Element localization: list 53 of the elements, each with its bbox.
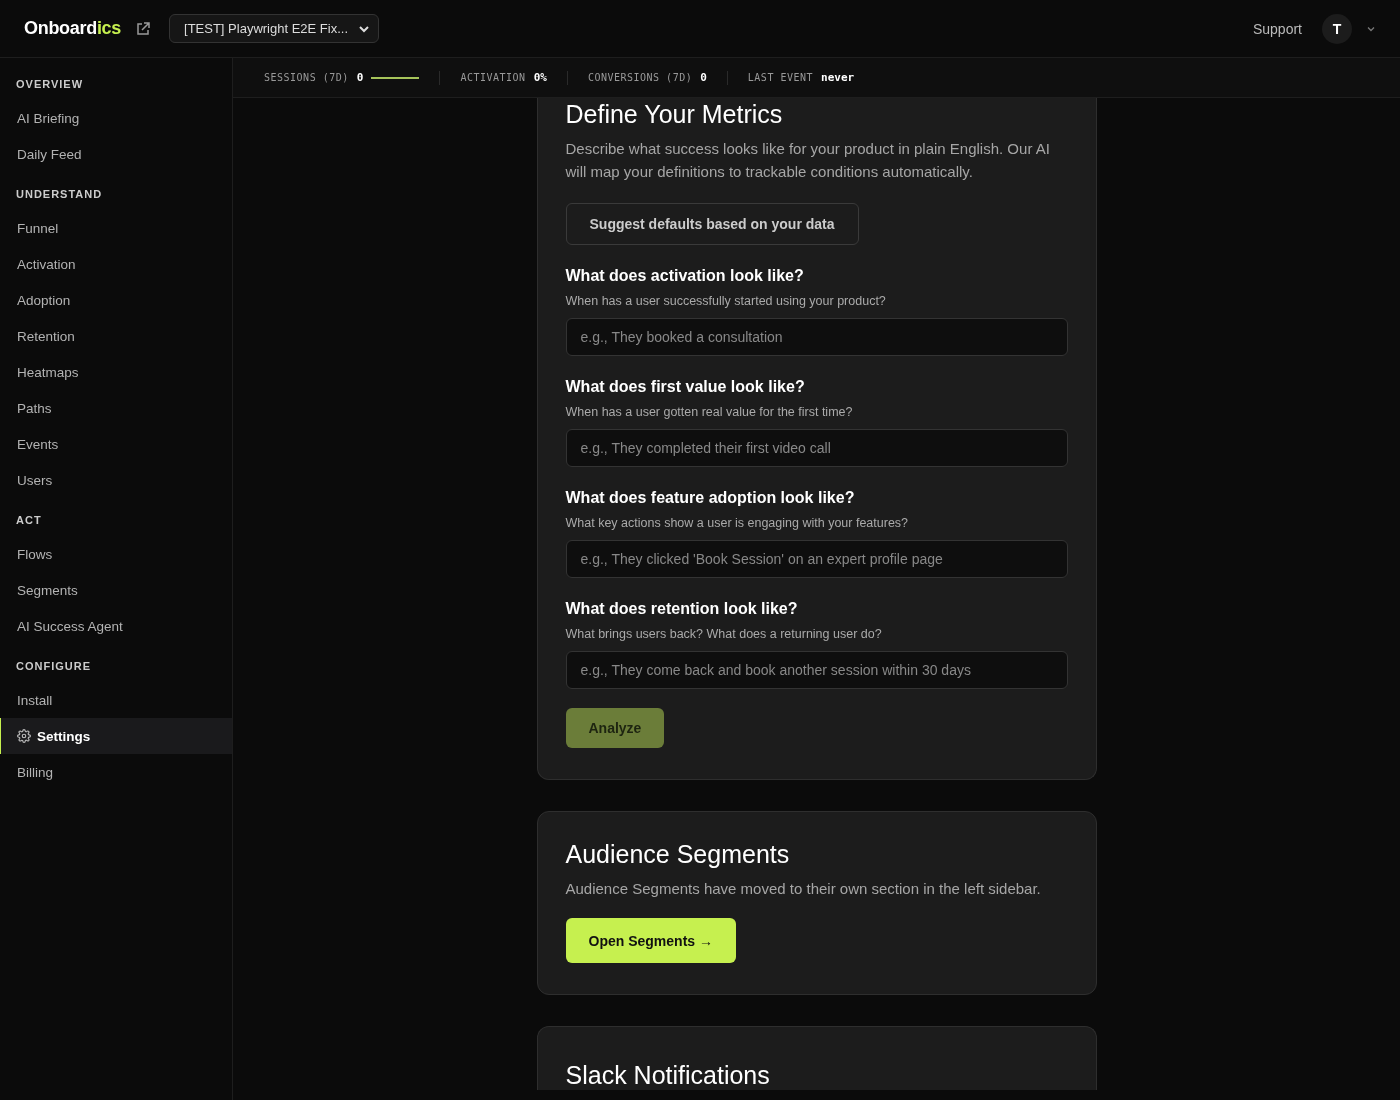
question-label: What does first value look like?	[565, 378, 806, 396]
sidebar-item[interactable]: Billing	[0, 754, 232, 790]
sidebar-item[interactable]: Activation	[0, 246, 232, 282]
sidebar-section-title: CONFIGURE	[15, 660, 92, 674]
support-link[interactable]: Support	[1252, 20, 1302, 37]
card-description: Audience Segments have moved to their own section in the left sidebar.	[565, 879, 1042, 899]
sidebar-item[interactable]: Users	[0, 462, 232, 498]
question-label: What does feature adoption look like?	[565, 489, 856, 507]
sidebar-item[interactable]: Retention	[0, 318, 232, 354]
stat-label: LAST EVENT	[747, 72, 814, 83]
sidebar-item[interactable]: Install	[0, 682, 232, 718]
input-field[interactable]: e.g., They booked a consultation	[565, 318, 1068, 356]
stat-label: ACTIVATION	[460, 72, 526, 83]
sidebar-item[interactable]: Flows	[0, 536, 232, 572]
project-select[interactable]: [TEST] Playwright E2E Fix...	[169, 14, 380, 43]
stat-value: 0%	[533, 71, 547, 84]
sidebar-item[interactable]: Settings	[0, 718, 232, 754]
stat-value: never	[821, 71, 855, 84]
input-field[interactable]: e.g., They come back and book another session within 30 days	[565, 651, 1068, 689]
question-hint: What brings users back? What does a returning user do?	[565, 627, 883, 641]
sidebar-item[interactable]: Daily Feed	[0, 136, 232, 172]
question-label: What does retention look like?	[565, 600, 799, 618]
question-hint: When has a user successfully started using your product?	[565, 294, 887, 308]
sidebar-section-title: UNDERSTAND	[15, 188, 104, 202]
suggest-defaults-button[interactable]: Suggest defaults based on your data	[565, 203, 859, 245]
card-title: Audience Segments	[565, 840, 791, 869]
stat-value: 0	[700, 71, 707, 84]
sidebar-item[interactable]: Events	[0, 426, 232, 462]
avatar[interactable]: T	[1322, 13, 1352, 44]
stat-label: SESSIONS (7D)	[264, 72, 349, 83]
input-field[interactable]: e.g., They completed their first video call	[565, 429, 1068, 467]
sidebar-section-title: ACT	[15, 514, 43, 528]
sidebar-item[interactable]: Heatmaps	[0, 354, 232, 390]
sidebar-item[interactable]: AI Briefing	[0, 100, 232, 136]
logo[interactable]: Onboardics	[24, 18, 122, 39]
question-hint: When has a user gotten real value for the first time?	[565, 405, 854, 419]
stat-label: CONVERSIONS (7D)	[587, 72, 693, 83]
card-title: Define Your Metrics	[565, 100, 784, 129]
question-hint: What key actions show a user is engaging with your features?	[565, 516, 910, 530]
card-description: Describe what success looks like for your product in plain English. Our AI will map your definitions to trackable conditions automatically.	[565, 139, 1051, 182]
card-title: Slack Notifications	[565, 1061, 771, 1090]
input-field[interactable]: e.g., They clicked 'Book Session' on an expert profile page	[565, 540, 1068, 578]
sidebar-item[interactable]: Paths	[0, 390, 232, 426]
sidebar-section-title: OVERVIEW	[15, 78, 85, 92]
sidebar-item[interactable]: AI Success Agent	[0, 608, 232, 644]
open-segments-button[interactable]: Open Segments →	[565, 918, 736, 963]
settings-icon	[17, 729, 31, 743]
sidebar-item[interactable]: Adoption	[0, 282, 232, 318]
sidebar-item[interactable]: Funnel	[0, 210, 232, 246]
stat-value: 0	[356, 71, 364, 84]
sidebar-item[interactable]: Segments	[0, 572, 232, 608]
question-label: What does activation look like?	[565, 267, 805, 285]
external-link-icon[interactable]	[135, 20, 152, 37]
